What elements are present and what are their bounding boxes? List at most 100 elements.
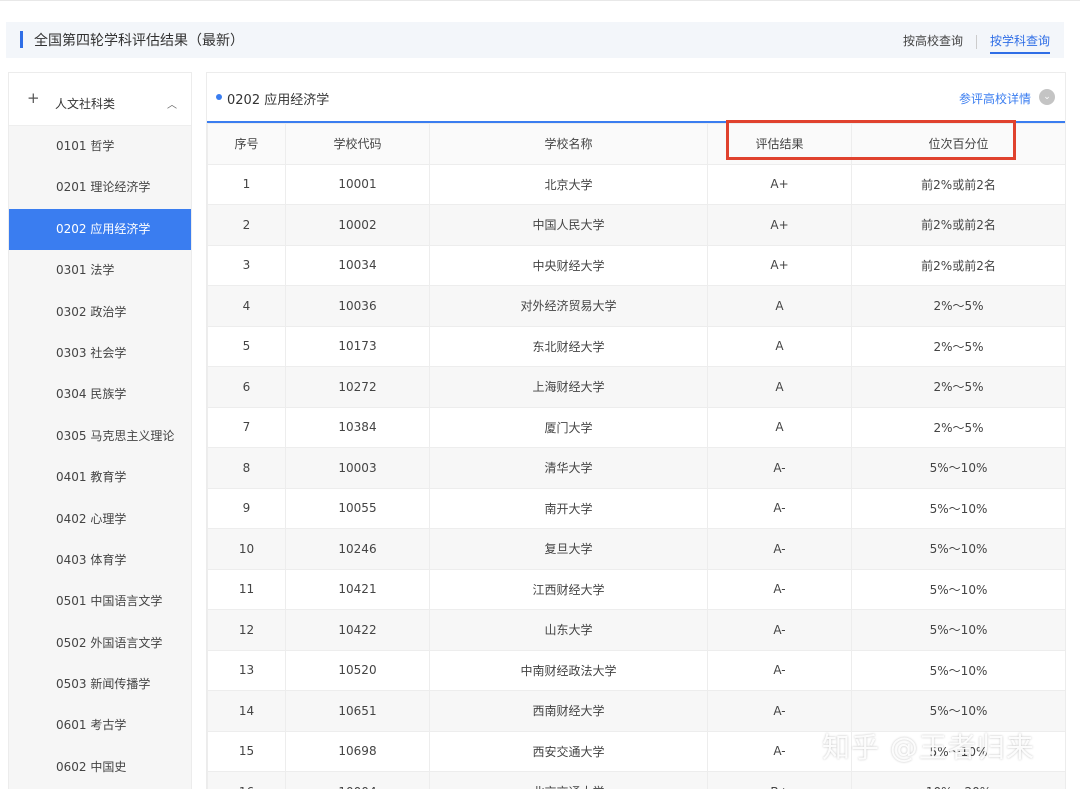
- cell-result: A: [708, 367, 852, 408]
- sidebar-item[interactable]: 0401 教育学: [9, 457, 191, 498]
- sidebar-item[interactable]: 0402 心理学: [9, 499, 191, 540]
- results-table: 序号学校代码学校名称评估结果位次百分位 110001北京大学A+前2%或前2名 2…: [207, 123, 1066, 789]
- col-header-result: 评估结果: [708, 124, 852, 165]
- cell-result: A: [708, 326, 852, 367]
- table-row: 1110421江西财经大学A-5%～10%: [208, 569, 1066, 610]
- cell-school-name: 南开大学: [430, 488, 708, 529]
- sidebar-item[interactable]: 0601 考古学: [9, 705, 191, 746]
- table-row: 1410651西南财经大学A-5%～10%: [208, 691, 1066, 732]
- col-header-index: 序号: [208, 124, 286, 165]
- cell-school-code: 10651: [286, 691, 430, 732]
- cell-school-name: 北京交通大学: [430, 772, 708, 789]
- cell-school-name: 西安交通大学: [430, 731, 708, 772]
- sidebar-category-header[interactable]: + 人文社科类 ︿: [9, 73, 191, 126]
- sidebar-item[interactable]: 0304 民族学: [9, 374, 191, 415]
- cell-school-code: 10173: [286, 326, 430, 367]
- subject-sidebar: + 人文社科类 ︿ 0101 哲学0201 理论经济学0202 应用经济学030…: [8, 72, 192, 789]
- cell-index: 12: [208, 610, 286, 651]
- cell-school-code: 10004: [286, 772, 430, 789]
- cell-percentile: 5%～10%: [852, 650, 1066, 691]
- top-divider: [0, 0, 1080, 1]
- col-header-school-name: 学校名称: [430, 124, 708, 165]
- sidebar-item[interactable]: 0602 中国史: [9, 747, 191, 788]
- sidebar-item[interactable]: 0302 政治学: [9, 292, 191, 333]
- cell-percentile: 5%～10%: [852, 691, 1066, 732]
- cell-percentile: 2%～5%: [852, 286, 1066, 327]
- cell-result: A: [708, 407, 852, 448]
- col-header-percentile: 位次百分位: [852, 124, 1066, 165]
- cell-index: 7: [208, 407, 286, 448]
- cell-result: A+: [708, 245, 852, 286]
- cell-school-code: 10698: [286, 731, 430, 772]
- sidebar-item[interactable]: 0303 社会学: [9, 333, 191, 374]
- query-mode-links: 按高校查询 按学科查询: [903, 32, 1050, 54]
- school-details-link[interactable]: 参评高校详情: [959, 90, 1031, 107]
- table-body: 110001北京大学A+前2%或前2名210002中国人民大学A+前2%或前2名…: [208, 164, 1066, 789]
- table-row: 410036对外经济贸易大学A2%～5%: [208, 286, 1066, 327]
- cell-school-name: 清华大学: [430, 448, 708, 489]
- cell-result: A-: [708, 569, 852, 610]
- cell-school-name: 北京大学: [430, 164, 708, 205]
- cell-percentile: 5%～10%: [852, 569, 1066, 610]
- cell-index: 5: [208, 326, 286, 367]
- sidebar-category-label: 人文社科类: [55, 95, 115, 112]
- sidebar-item[interactable]: 0501 中国语言文学: [9, 581, 191, 622]
- cell-index: 10: [208, 529, 286, 570]
- chevron-down-circle-icon[interactable]: ⌄: [1039, 89, 1055, 105]
- cell-percentile: 5%～10%: [852, 610, 1066, 651]
- cell-result: A-: [708, 529, 852, 570]
- table-row: 510173东北财经大学A2%～5%: [208, 326, 1066, 367]
- query-by-subject-link[interactable]: 按学科查询: [990, 32, 1050, 54]
- col-header-school-code: 学校代码: [286, 124, 430, 165]
- cell-percentile: 2%～5%: [852, 367, 1066, 408]
- watermark: 知乎 @王者归来: [822, 726, 1035, 766]
- cell-school-code: 10055: [286, 488, 430, 529]
- table-row: 810003清华大学A-5%～10%: [208, 448, 1066, 489]
- sidebar-item[interactable]: 0101 哲学: [9, 126, 191, 167]
- cell-school-name: 东北财经大学: [430, 326, 708, 367]
- cell-result: A+: [708, 205, 852, 246]
- cell-school-name: 上海财经大学: [430, 367, 708, 408]
- results-panel: 0202 应用经济学 参评高校详情 ⌄ 序号学校代码学校名称评估结果位次百分位 …: [206, 72, 1066, 789]
- cell-school-code: 10272: [286, 367, 430, 408]
- cell-result: A: [708, 286, 852, 327]
- cell-result: A-: [708, 610, 852, 651]
- cell-school-code: 10421: [286, 569, 430, 610]
- cell-result: A-: [708, 488, 852, 529]
- cell-percentile: 5%～10%: [852, 488, 1066, 529]
- cell-school-name: 中南财经政法大学: [430, 650, 708, 691]
- query-by-school-link[interactable]: 按高校查询: [903, 32, 963, 49]
- table-row: 1210422山东大学A-5%～10%: [208, 610, 1066, 651]
- cell-index: 4: [208, 286, 286, 327]
- link-separator: [976, 35, 977, 49]
- sidebar-item[interactable]: 0305 马克思主义理论: [9, 416, 191, 457]
- cell-result: A-: [708, 448, 852, 489]
- table-row: 610272上海财经大学A2%～5%: [208, 367, 1066, 408]
- sidebar-item[interactable]: 0502 外国语言文学: [9, 623, 191, 664]
- cell-school-code: 10036: [286, 286, 430, 327]
- cell-index: 9: [208, 488, 286, 529]
- cell-index: 3: [208, 245, 286, 286]
- cell-school-name: 江西财经大学: [430, 569, 708, 610]
- sidebar-item[interactable]: 0403 体育学: [9, 540, 191, 581]
- bullet-dot-icon: [216, 94, 222, 100]
- sidebar-item[interactable]: 0201 理论经济学: [9, 167, 191, 208]
- cell-percentile: 10%～20%: [852, 772, 1066, 789]
- cell-school-code: 10034: [286, 245, 430, 286]
- table-row: 1310520中南财经政法大学A-5%～10%: [208, 650, 1066, 691]
- cell-index: 13: [208, 650, 286, 691]
- sidebar-item[interactable]: 0301 法学: [9, 250, 191, 291]
- table-row: 1610004北京交通大学B+10%～20%: [208, 772, 1066, 789]
- table-row: 1010246复旦大学A-5%～10%: [208, 529, 1066, 570]
- chevron-up-icon: ︿: [167, 96, 177, 111]
- page-title: 全国第四轮学科评估结果（最新）: [34, 30, 244, 50]
- cell-index: 14: [208, 691, 286, 732]
- table-row: 110001北京大学A+前2%或前2名: [208, 164, 1066, 205]
- sidebar-item[interactable]: 0503 新闻传播学: [9, 664, 191, 705]
- cell-school-code: 10422: [286, 610, 430, 651]
- cell-index: 16: [208, 772, 286, 789]
- cell-school-code: 10001: [286, 164, 430, 205]
- sidebar-item[interactable]: 0202 应用经济学: [9, 209, 191, 250]
- cell-percentile: 2%～5%: [852, 326, 1066, 367]
- table-row: 710384厦门大学A2%～5%: [208, 407, 1066, 448]
